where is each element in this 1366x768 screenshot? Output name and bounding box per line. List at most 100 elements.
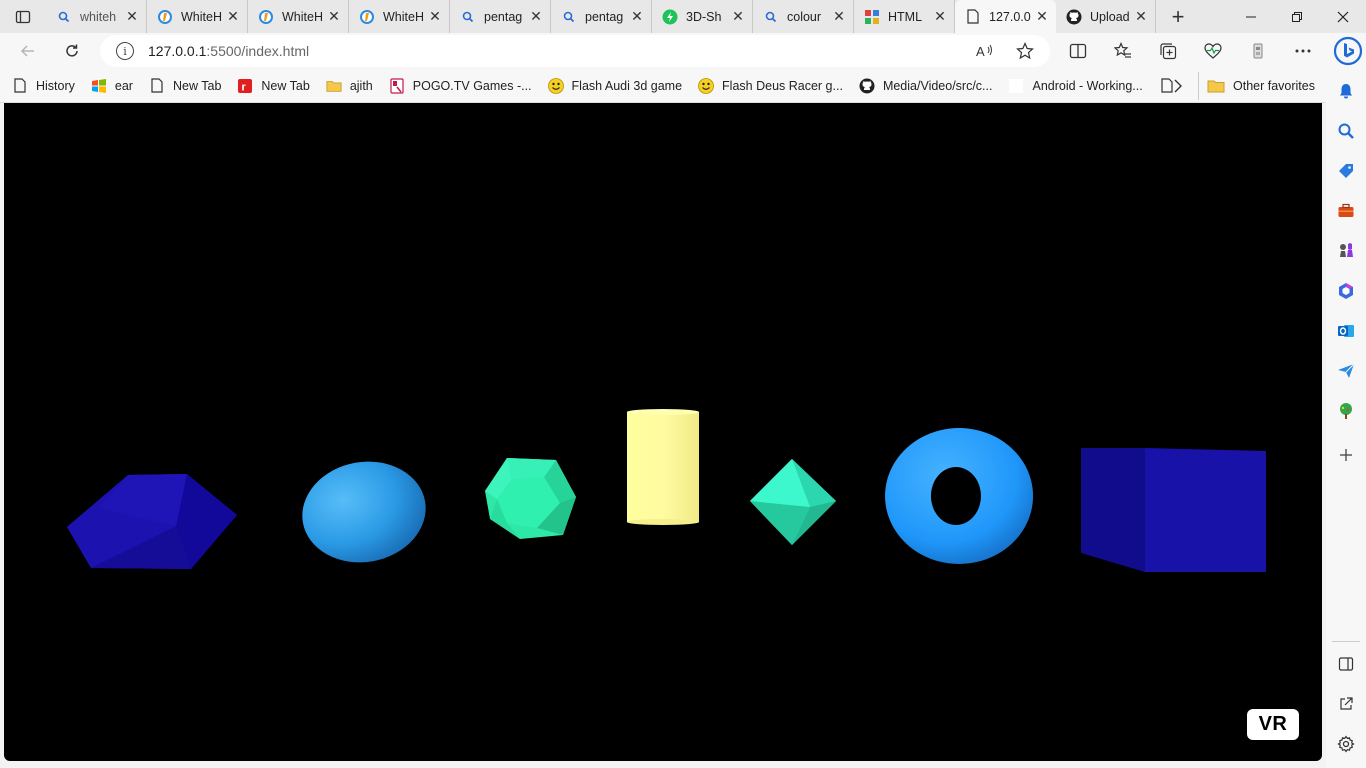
sidebar-shopping[interactable] [1334,159,1358,183]
restore-button[interactable] [1274,0,1320,33]
edge-sidebar [1326,69,1366,768]
read-aloud-icon[interactable]: A [976,42,994,60]
browser-toolbar: i 127.0.0.1:5500/index.html A [0,33,1366,69]
octahedron-shape [750,459,836,545]
favorite-new-tab-1[interactable]: New Tab [141,72,229,100]
favorite-new-tab-2[interactable]: r New Tab [229,72,317,100]
tab-label: WhiteH [282,9,323,24]
sidebar-add[interactable] [1334,443,1358,467]
scene-canvas[interactable]: VR [4,103,1322,761]
sidebar-settings[interactable] [1334,732,1358,756]
settings-more-button[interactable] [1280,36,1325,66]
favorite-flash-audi[interactable]: Flash Audi 3d game [540,72,691,100]
smiley-icon [547,77,564,94]
torus-shape [885,428,1034,564]
close-tab-icon[interactable]: ✕ [932,8,948,25]
window-controls [1228,0,1366,33]
close-tab-icon[interactable]: ✕ [1034,8,1050,25]
url-host: 127.0.0.1 [148,43,207,59]
minimize-button[interactable] [1228,0,1274,33]
sidebar-hide[interactable] [1334,652,1358,676]
search-icon [763,9,779,25]
tab-whitehat-1[interactable]: WhiteH ✕ [147,0,248,33]
plus-icon [1340,449,1352,461]
sphere-shape [302,461,426,563]
tab-search-whiteh[interactable]: whiteh ✕ [46,0,147,33]
sidebar-microsoft-365[interactable] [1334,279,1358,303]
favorite-ajith-folder[interactable]: ajith [318,72,381,100]
whitehat-jr-icon [157,9,173,25]
sidebar-search[interactable] [1334,119,1358,143]
bing-chat-button[interactable] [1325,36,1366,66]
tab-localhost-active[interactable]: 127.0.0 ✕ [955,0,1056,33]
favorite-flash-deus-racer[interactable]: Flash Deus Racer g... [690,72,851,100]
other-favorites[interactable]: Other favorites [1198,72,1315,100]
collections-button[interactable] [1145,36,1190,66]
windows-logo-icon [91,78,107,94]
sidebar-outlook[interactable] [1334,319,1358,343]
folder-icon [326,78,342,94]
dodecahedron-shape [67,474,237,569]
vr-button[interactable]: VR [1247,709,1299,740]
sidebar-divider [1332,641,1360,642]
favorites-button[interactable] [1100,36,1145,66]
close-tab-icon[interactable]: ✕ [225,8,241,25]
more-favorites-button[interactable] [1168,72,1188,100]
page-icon [965,9,981,25]
close-tab-icon[interactable]: ✕ [528,8,544,25]
tab-label: colour [787,9,822,24]
tab-search-pentag-2[interactable]: pentag ✕ [551,0,652,33]
tab-github-upload[interactable]: Upload ✕ [1056,0,1156,33]
tab-search-pentag-1[interactable]: pentag ✕ [450,0,551,33]
sidebar-tree[interactable] [1334,399,1358,423]
refresh-button[interactable] [56,35,88,67]
favorite-ear[interactable]: ear [83,72,141,100]
icosahedron-shape [485,458,576,539]
favorite-history[interactable]: History [0,72,83,100]
split-screen-button[interactable] [1055,36,1100,66]
favorite-github-media[interactable]: Media/Video/src/c... [851,72,1001,100]
favorite-label: Android - Working... [1032,78,1143,93]
plus-icon: + [1171,3,1185,29]
tab-3d-shapes[interactable]: 3D-Sh ✕ [652,0,753,33]
back-button[interactable] [12,35,44,67]
sidebar-drop[interactable] [1334,359,1358,383]
restore-icon [1292,11,1302,22]
address-bar[interactable]: i 127.0.0.1:5500/index.html A [100,35,1050,67]
close-tab-icon[interactable]: ✕ [124,8,140,25]
close-window-button[interactable] [1320,0,1366,33]
outlook-icon [1338,325,1354,337]
extension-button[interactable] [1235,36,1280,66]
search-icon [1338,123,1354,139]
close-tab-icon[interactable]: ✕ [326,8,342,25]
green-bolt-icon [662,9,678,25]
new-tab-button[interactable]: + [1160,0,1196,33]
close-tab-icon[interactable]: ✕ [629,8,645,25]
tab-html[interactable]: HTML ✕ [854,0,955,33]
site-info-icon[interactable]: i [116,42,134,60]
close-tab-icon[interactable]: ✕ [730,8,746,25]
folder-icon [1207,79,1225,93]
tab-label: pentag [484,9,523,24]
shopping-tag-icon [1339,164,1353,178]
tab-whitehat-3[interactable]: WhiteH ✕ [349,0,450,33]
box-shape [1081,448,1266,572]
close-tab-icon[interactable]: ✕ [831,8,847,25]
github-icon [1066,9,1082,25]
whitehat-jr-icon [359,9,375,25]
sidebar-games[interactable] [1334,239,1358,263]
tab-label: HTML [888,9,923,24]
tab-search-colour[interactable]: colour ✕ [753,0,854,33]
search-icon [561,9,577,25]
favorite-pogo[interactable]: POGO.TV Games -... [381,72,540,100]
browser-essentials-button[interactable] [1190,36,1235,66]
close-tab-icon[interactable]: ✕ [427,8,443,25]
sidebar-open-external[interactable] [1334,692,1358,716]
sidebar-notifications[interactable] [1334,79,1358,103]
tab-actions-button[interactable] [0,0,46,33]
favorite-android[interactable]: Android - Working... [1000,72,1150,100]
favorite-star-icon[interactable] [1016,42,1034,60]
sidebar-tools[interactable] [1334,199,1358,223]
tab-whitehat-2[interactable]: WhiteH ✕ [248,0,349,33]
close-tab-icon[interactable]: ✕ [1133,8,1149,25]
